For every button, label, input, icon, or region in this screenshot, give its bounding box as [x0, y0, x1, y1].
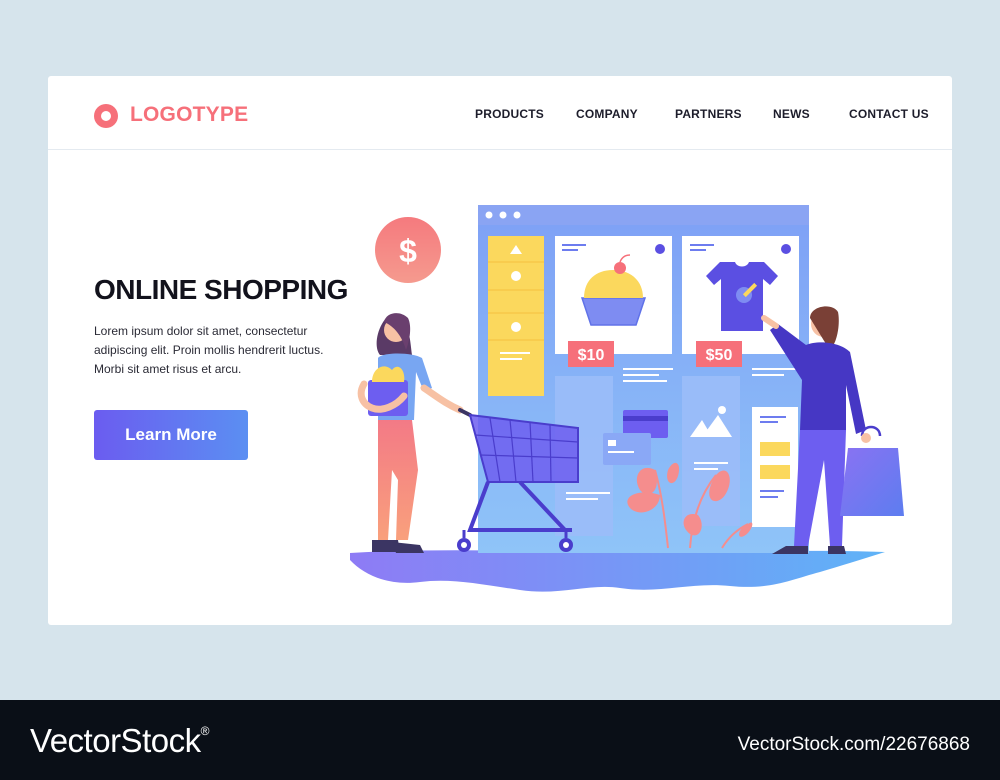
- watermark-logo: VectorStock®: [30, 722, 209, 760]
- online-shopping-illustration: $ $10 $50: [350, 205, 904, 592]
- shopping-cart-icon: [457, 408, 579, 552]
- watermark-trademark: ®: [200, 724, 210, 738]
- dollar-symbol: $: [399, 233, 417, 269]
- price-tag-cupcake: $10: [578, 347, 605, 364]
- watermark-brand: VectorStock: [30, 722, 201, 759]
- watermark-id: VectorStock.com/22676868: [737, 734, 970, 755]
- ground-wave: [350, 550, 885, 592]
- shopping-bag-icon: [840, 425, 904, 516]
- price-tag-tshirt: $50: [706, 347, 733, 364]
- woman-figure: [357, 313, 464, 553]
